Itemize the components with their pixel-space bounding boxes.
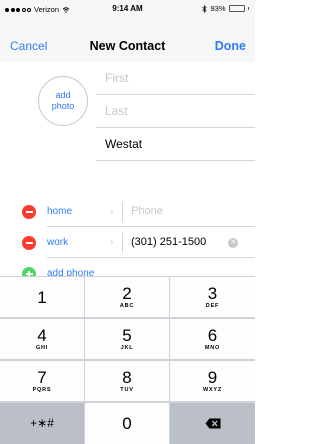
add-phone-icon[interactable] [22, 267, 36, 276]
name-section: add photo First Last Westat [0, 62, 255, 162]
key-letters: JKL [120, 345, 134, 351]
battery-percent: 93% [210, 4, 226, 13]
key-5[interactable]: 5 JKL [85, 319, 169, 359]
phone-label-home[interactable]: home [47, 206, 72, 217]
key-letters: ABC [119, 303, 135, 309]
key-digit: 9 [207, 368, 218, 387]
key-7[interactable]: 7 PQRS [0, 361, 84, 401]
status-bar: Verizon 9:14 AM 93% [0, 0, 255, 18]
key-digit: 4 [37, 326, 47, 345]
phone-label-work[interactable]: work [47, 237, 68, 248]
key-4[interactable]: 4 GHI [0, 319, 84, 359]
key-digit: 1 [37, 287, 47, 307]
key-2[interactable]: 2 ABC [85, 277, 169, 317]
divider [47, 257, 255, 258]
key-digit: 7 [37, 368, 47, 387]
chevron-right-icon[interactable]: › [110, 206, 113, 217]
key-8[interactable]: 8 TUV [85, 361, 169, 401]
phone-row-work: work › (301) 251-1500 ✕ [0, 228, 255, 258]
battery-icon [228, 5, 245, 12]
divider [122, 233, 123, 253]
key-digit: 0 [122, 414, 132, 433]
key-letters: TUV [120, 387, 134, 393]
key-6[interactable]: 6 MNO [170, 319, 255, 359]
key-0[interactable]: 0 [85, 403, 169, 444]
first-name-field[interactable]: First [96, 62, 255, 95]
key-symbols[interactable]: +∗# [0, 403, 84, 444]
divider [122, 202, 123, 222]
navigation-bar: Cancel New Contact Done [0, 18, 255, 62]
delete-icon [205, 418, 220, 429]
chevron-right-icon[interactable]: › [110, 237, 113, 248]
add-phone-label[interactable]: add phone [47, 268, 94, 276]
remove-phone-icon[interactable] [22, 236, 36, 250]
key-1[interactable]: 1 [0, 277, 84, 317]
delete-key[interactable] [170, 403, 255, 444]
key-digit: 3 [207, 284, 218, 303]
add-photo-button[interactable]: add photo [38, 76, 88, 126]
battery-tip [247, 7, 249, 10]
remove-phone-icon[interactable] [22, 205, 36, 219]
bluetooth-icon [202, 4, 207, 13]
add-phone-row[interactable]: add phone [0, 259, 255, 276]
key-letters: MNO [204, 345, 221, 351]
key-digit: 2 [122, 284, 132, 303]
key-symbols-label: +∗# [30, 416, 54, 430]
key-letters: PQRS [32, 387, 52, 393]
phone-row-home: home › Phone [0, 197, 255, 227]
key-3[interactable]: 3 DEF [170, 277, 255, 317]
phone-input-work[interactable]: (301) 251-1500 [131, 236, 206, 248]
add-photo-line2: photo [51, 101, 75, 111]
numeric-keypad: 1 2 ABC 3 DEF 4 GHI 5 JKL 6 MNO 7 PQRS 8… [0, 276, 255, 444]
key-letters: DEF [205, 303, 220, 309]
key-digit: 5 [122, 326, 132, 345]
key-letters: WXYZ [202, 387, 223, 393]
battery-status: 93% [202, 4, 249, 13]
phone-input-home[interactable]: Phone [131, 205, 163, 217]
divider [47, 226, 255, 227]
key-digit: 8 [122, 368, 132, 387]
clear-text-icon[interactable]: ✕ [228, 238, 238, 248]
last-name-field[interactable]: Last [96, 95, 255, 128]
key-digit: 6 [207, 326, 218, 345]
add-photo-line1: add [55, 90, 71, 100]
company-field[interactable]: Westat [96, 128, 255, 161]
key-letters: GHI [35, 345, 49, 351]
key-9[interactable]: 9 WXYZ [170, 361, 255, 401]
done-button[interactable]: Done [215, 39, 246, 53]
